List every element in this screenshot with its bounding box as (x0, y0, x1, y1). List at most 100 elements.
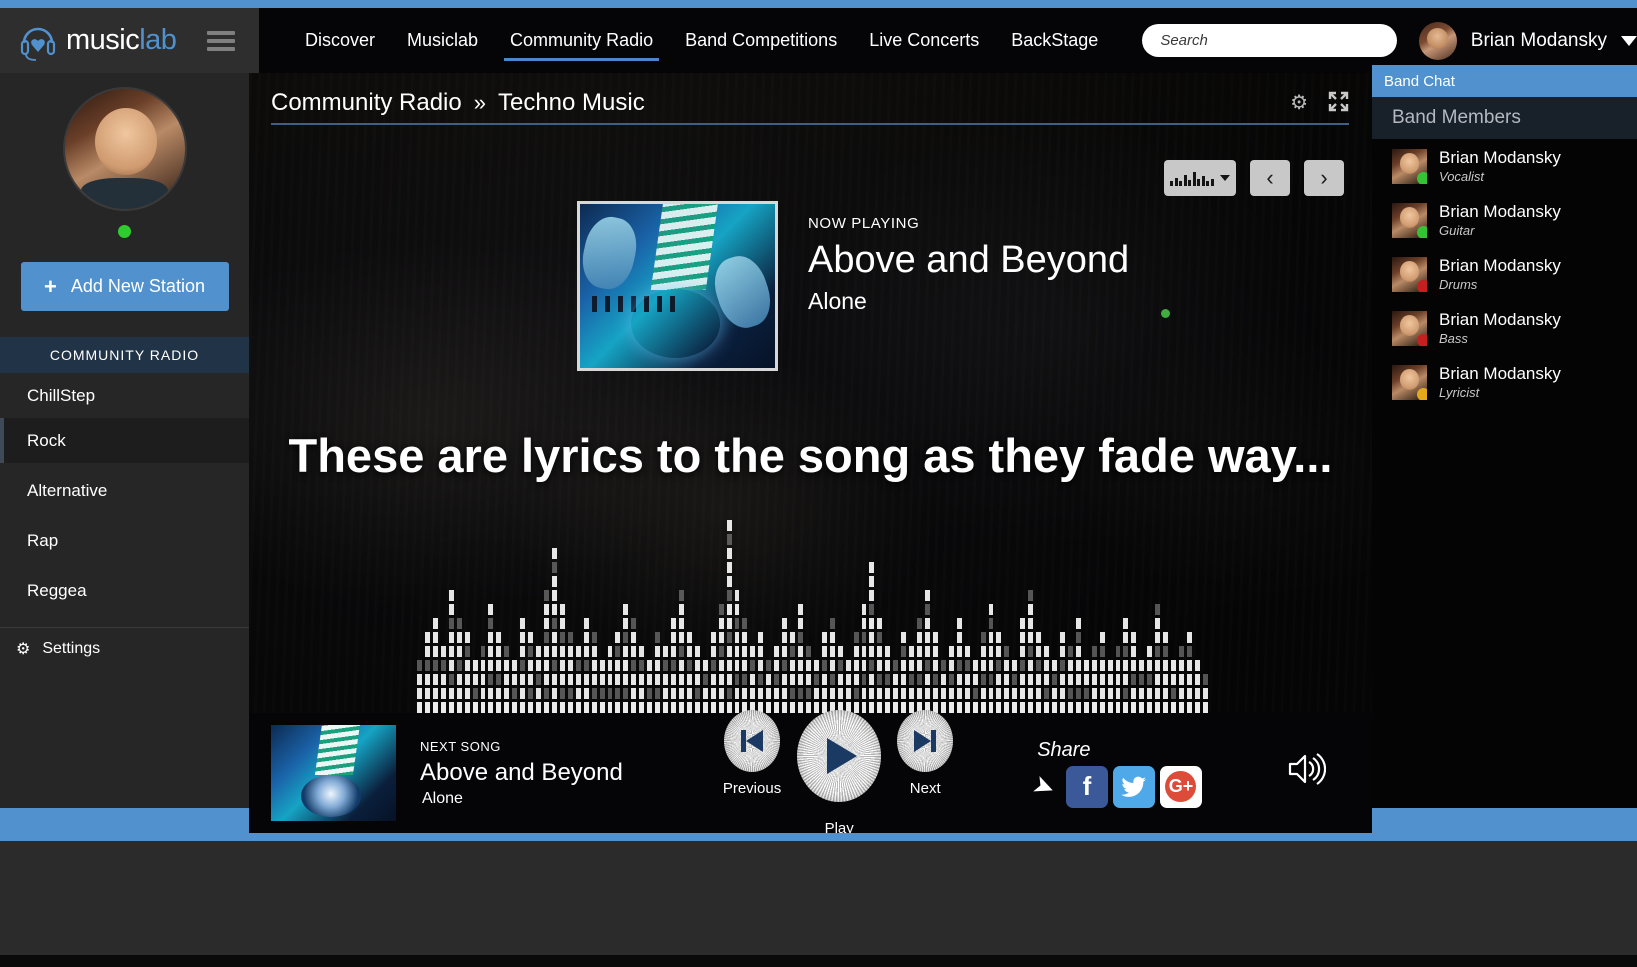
equalizer-column (869, 562, 875, 713)
next-visual-button[interactable]: › (1304, 160, 1344, 196)
equalizer-column (591, 632, 597, 713)
avatar (1392, 364, 1427, 400)
equalizer-cell (996, 674, 1002, 685)
twitter-share-button[interactable] (1112, 765, 1155, 808)
equalizer-cell (1147, 702, 1153, 713)
visualizer-select[interactable] (1164, 160, 1236, 196)
band-member-row[interactable]: Brian Modansky Vocalist (1372, 139, 1637, 193)
equalizer-column (1107, 660, 1113, 713)
band-member-row[interactable]: Brian Modansky Lyricist (1372, 355, 1637, 409)
gear-icon[interactable]: ⚙ (1290, 93, 1308, 113)
chevron-down-icon[interactable] (1621, 35, 1637, 46)
equalizer-column (837, 646, 843, 713)
equalizer-cell (520, 702, 526, 713)
equalizer-cell (1044, 702, 1049, 713)
equalizer-cell (1099, 702, 1105, 713)
previous-button[interactable]: Previous (723, 709, 781, 797)
band-member-row[interactable]: Brian Modansky Guitar (1372, 193, 1637, 247)
nav-item-live-concerts[interactable]: Live Concerts (853, 8, 995, 73)
equalizer-cell (1091, 660, 1097, 671)
equalizer-column (988, 604, 994, 713)
equalizer-column (607, 646, 613, 713)
equalizer-cell (1012, 688, 1018, 699)
equalizer-cell (1075, 618, 1081, 629)
equalizer-cell (1028, 674, 1034, 685)
play-icon (797, 709, 882, 802)
equalizer-column (512, 660, 518, 713)
play-button[interactable]: Play (797, 709, 882, 837)
nav-item-backstage[interactable]: BackStage (995, 8, 1114, 73)
equalizer-cell (512, 674, 518, 685)
equalizer-cell (909, 646, 915, 657)
hamburger-icon[interactable] (207, 30, 235, 51)
googleplus-share-button[interactable]: G+ (1159, 765, 1202, 808)
search-box[interactable] (1142, 24, 1397, 57)
search-input[interactable] (1160, 32, 1379, 49)
nav-item-discover[interactable]: Discover (289, 8, 391, 73)
equalizer-column (845, 660, 851, 713)
equalizer-column (829, 618, 835, 713)
sidebar-item-alternative[interactable]: Alternative (0, 468, 249, 513)
equalizer-cell (1020, 674, 1026, 685)
equalizer-cell (1059, 674, 1065, 685)
equalizer-cell (758, 674, 764, 685)
next-button[interactable]: Next (897, 709, 954, 797)
band-member-name: Brian Modansky (1439, 148, 1561, 167)
equalizer-cell (1067, 646, 1073, 657)
equalizer-cell (686, 632, 692, 643)
band-member-info: Brian Modansky Drums (1439, 256, 1561, 292)
equalizer-cell (925, 646, 930, 657)
equalizer-cell (805, 674, 811, 685)
equalizer-cell (1163, 674, 1169, 685)
band-member-row[interactable]: Brian Modansky Bass (1372, 301, 1637, 355)
previous-visual-button[interactable]: ‹ (1250, 160, 1290, 196)
equalizer-cell (917, 674, 922, 685)
facebook-share-button[interactable]: f (1065, 765, 1108, 808)
sidebar-item-settings[interactable]: ⚙ Settings (0, 628, 249, 670)
equalizer-column (1004, 646, 1010, 713)
sidebar-item-rap[interactable]: Rap (0, 518, 249, 563)
equalizer-cell (837, 646, 843, 657)
equalizer-cell (480, 702, 486, 713)
equalizer-cell (853, 660, 859, 671)
equalizer-cell (686, 702, 692, 713)
nav-item-band-competitions[interactable]: Band Competitions (669, 8, 853, 73)
equalizer-cell (869, 660, 875, 671)
band-member-row[interactable]: Brian Modansky Drums (1372, 247, 1637, 301)
equalizer-cell (917, 660, 922, 671)
equalizer-cell (758, 632, 764, 643)
equalizer-column (417, 660, 422, 713)
equalizer-column (496, 632, 502, 713)
sidebar-item-chillstep[interactable]: ChillStep (0, 373, 249, 418)
equalizer-cell (885, 646, 891, 657)
sidebar-item-reggea[interactable]: Reggea (0, 568, 249, 613)
equalizer-cell (678, 590, 684, 601)
band-chat-header[interactable]: Band Chat (1372, 65, 1637, 97)
add-new-station-button[interactable]: + Add New Station (20, 262, 229, 311)
fullscreen-icon[interactable] (1328, 91, 1349, 116)
nav-item-community-radio[interactable]: Community Radio (494, 8, 669, 73)
equalizer-cell (829, 646, 835, 657)
equalizer-column (488, 604, 494, 713)
equalizer-cell (1171, 674, 1176, 685)
equalizer-column (956, 618, 962, 713)
equalizer-cell (948, 646, 954, 657)
equalizer-cell (448, 702, 454, 713)
equalizer-cell (1059, 702, 1065, 713)
equalizer-cell (1131, 674, 1137, 685)
equalizer-column (940, 660, 946, 713)
equalizer-cell (869, 632, 875, 643)
album-art-detail (631, 289, 721, 358)
equalizer-cell (472, 688, 478, 699)
equalizer-cell (932, 674, 938, 685)
equalizer-cell (671, 674, 676, 685)
volume-icon[interactable] (1286, 752, 1327, 795)
user-menu[interactable]: Brian Modansky (1418, 21, 1637, 60)
sidebar-item-rock[interactable]: Rock (0, 418, 249, 463)
equalizer-cell (551, 576, 557, 587)
equalizer-column (758, 632, 764, 713)
album-art-detail (580, 212, 642, 294)
equalizer-cell (1012, 702, 1018, 713)
breadcrumb-parent[interactable]: Community Radio (271, 89, 462, 117)
nav-item-musiclab[interactable]: Musiclab (391, 8, 494, 73)
